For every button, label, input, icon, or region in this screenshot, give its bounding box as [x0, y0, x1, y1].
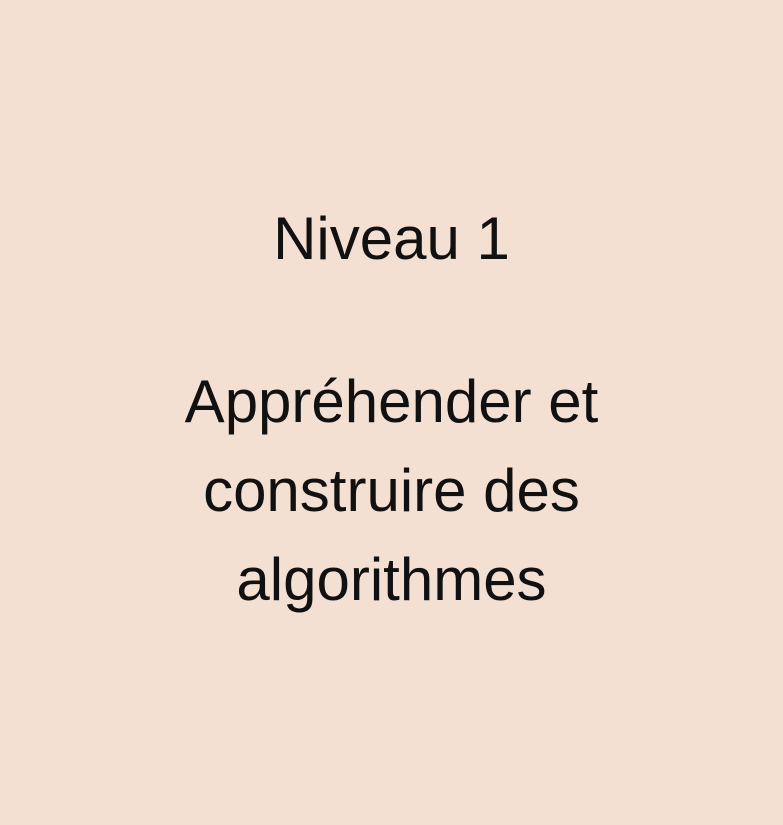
level-subtitle: Appréhender et construire des algorithme… [0, 357, 783, 624]
subtitle-line-2: construire des [203, 457, 580, 524]
level-title: Niveau 1 [273, 205, 510, 272]
level-card: Niveau 1 Appréhender et construire des a… [0, 0, 783, 825]
subtitle-line-3: algorithmes [236, 546, 547, 613]
subtitle-line-1: Appréhender et [184, 368, 599, 435]
